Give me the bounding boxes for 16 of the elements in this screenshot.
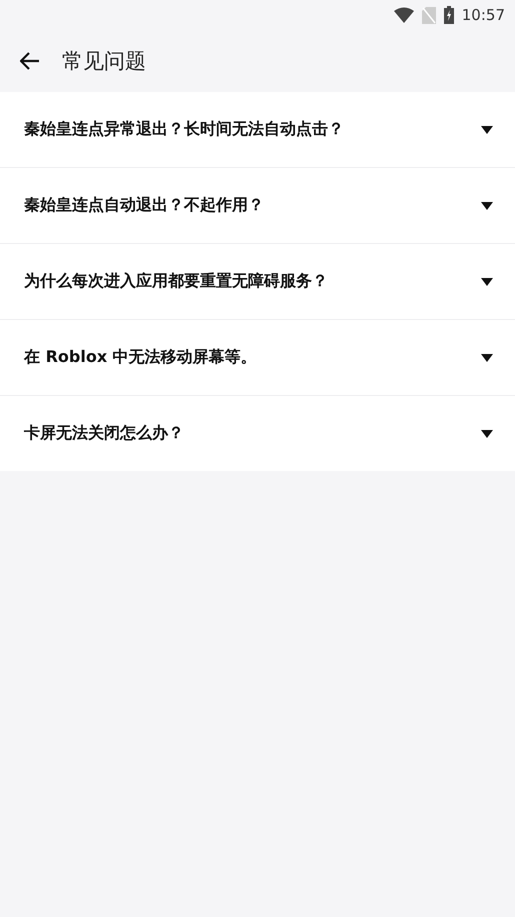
faq-item[interactable]: 在 Roblox 中无法移动屏幕等。 xyxy=(0,320,515,396)
battery-icon xyxy=(444,6,454,24)
caret-icon xyxy=(481,430,493,438)
wifi-icon xyxy=(394,7,414,23)
faq-item[interactable]: 为什么每次进入应用都要重置无障碍服务？ xyxy=(0,244,515,320)
status-time: 10:57 xyxy=(462,6,505,24)
back-arrow-icon[interactable] xyxy=(20,52,40,70)
no-sim-icon xyxy=(422,6,436,24)
faq-item[interactable]: 秦始皇连点异常退出？长时间无法自动点击？ xyxy=(0,92,515,168)
caret-icon xyxy=(481,126,493,134)
caret-icon xyxy=(481,202,493,210)
page-title: 常见问题 xyxy=(62,48,146,75)
faq-item[interactable]: 卡屏无法关闭怎么办？ xyxy=(0,396,515,471)
caret-icon xyxy=(481,354,493,362)
faq-item[interactable]: 秦始皇连点自动退出？不起作用？ xyxy=(0,168,515,244)
caret-icon xyxy=(481,278,493,286)
